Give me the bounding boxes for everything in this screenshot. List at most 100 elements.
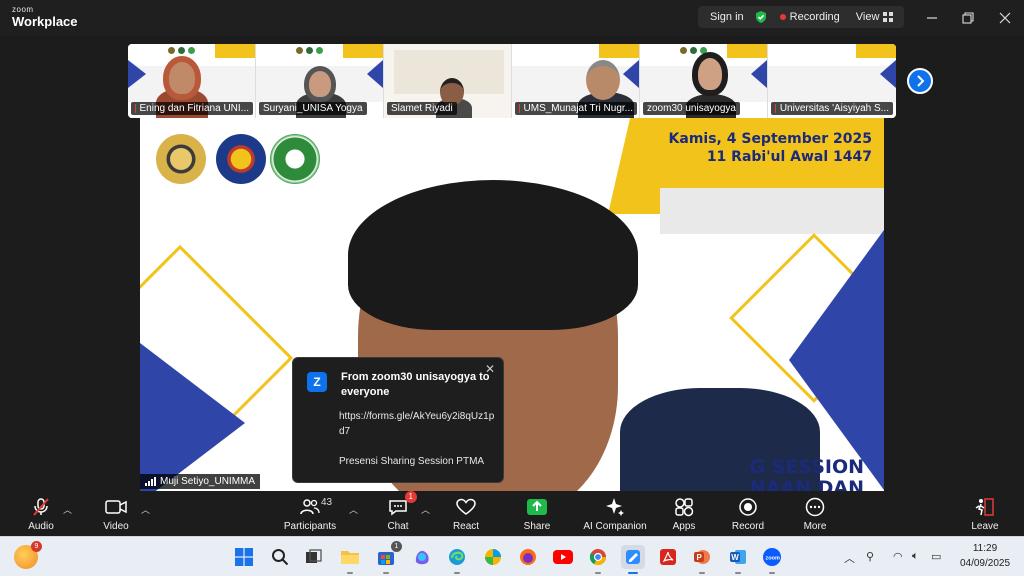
chat-unread-badge: 1 [404,491,417,503]
university-logo [156,134,206,184]
participants-label: Participants [283,521,337,532]
meeting-toolbar: Audio ︿ Video ︿ 43 Participants ︿ 1 Chat… [0,491,1024,536]
apps-label: Apps [672,521,696,532]
edge-browser-icon[interactable] [445,545,469,574]
leave-label: Leave [971,521,999,532]
participants-icon [300,499,320,515]
firefox-icon[interactable] [516,545,540,569]
record-label: Record [731,521,765,532]
chrome-icon[interactable] [586,545,610,574]
volume-icon[interactable]: 🔈︎ [912,550,919,563]
participants-button[interactable]: 43 Participants [275,496,345,532]
logo-top-text: zoom [12,5,34,14]
svg-text:P: P [697,553,703,562]
more-dots-icon [805,497,825,517]
file-explorer-icon[interactable] [338,545,362,574]
windows-start-icon[interactable] [232,545,256,569]
participant-tile[interactable]: zoom30 unisayogya [640,44,768,118]
leave-button[interactable]: Leave [950,496,1020,532]
participant-name-tag: Suryani_UNISA Yogya [259,102,367,115]
more-button[interactable]: More [780,496,850,532]
react-button[interactable]: React [431,496,501,532]
chat-message-text: Presensi Sharing Session PTMA [339,456,485,467]
powerpoint-icon[interactable]: P [690,545,714,574]
view-grid-icon [883,12,894,22]
zoom-app-icon[interactable]: zoom [760,545,784,574]
battery-icon[interactable]: ▭ [931,550,941,563]
encryption-shield-icon[interactable] [754,10,768,24]
word-icon[interactable]: W [726,545,750,574]
recording-status[interactable]: Recording [790,11,840,23]
task-view-icon[interactable] [302,545,326,569]
slide-yellow-bar [727,44,767,58]
record-icon [739,498,757,516]
share-button[interactable]: Share [502,496,572,532]
minimize-button[interactable] [922,8,942,28]
apps-icon [675,498,694,517]
copilot-icon[interactable] [410,545,434,569]
slide-yellow-bar [599,44,639,58]
speaker-name-tag: Muji Setiyo_UNIMMA [140,474,261,489]
slide-date-line: Kamis, 4 September 2025 [668,131,872,147]
chat-label: Chat [387,521,409,532]
search-icon[interactable] [268,545,292,569]
youtube-icon[interactable] [551,545,575,569]
participant-tile[interactable]: Universitas 'Aisyiyah S... [768,44,896,118]
adobe-acrobat-icon[interactable] [656,545,680,569]
microsoft-store-icon[interactable]: 1 [374,541,402,574]
participant-head [304,66,336,102]
restore-button[interactable] [958,8,978,28]
participants-count: 43 [321,497,333,508]
ai-companion-button[interactable]: AI Companion [580,496,650,532]
active-speaker-video[interactable]: Kamis, 4 September 2025 11 Rabi'ul Awal … [140,118,884,491]
muted-mic-icon [775,104,776,113]
zoom-notes-app-icon[interactable] [621,545,645,574]
leave-door-icon [975,498,994,516]
participant-name-tag: zoom30 unisayogya [643,102,740,115]
location-icon[interactable]: ⚲ [866,550,874,563]
sign-in-button[interactable]: Sign in [698,11,754,23]
svg-text:zoom: zoom [766,556,780,562]
view-button[interactable]: View [856,11,894,23]
slide-triangle [367,60,383,88]
muhammadiyah-logo [216,134,266,184]
close-notification-icon[interactable]: ✕ [485,362,495,376]
close-window-button[interactable] [995,8,1015,28]
gallery-next-button[interactable] [907,68,933,94]
record-button[interactable]: Record [713,496,783,532]
close-icon [999,12,1011,24]
chat-message-link[interactable]: https://forms.gle/AkYeu6y2i8qUz1pd7 [339,410,495,439]
multicolor-app-icon[interactable] [481,545,505,569]
participants-options-caret-icon[interactable]: ︿ [349,503,358,516]
chat-notification-popup[interactable]: Z From zoom30 unisayogya to everyone ✕ h… [292,357,504,483]
wifi-icon[interactable]: ◠ [893,550,903,563]
video-options-caret-icon[interactable]: ︿ [141,503,150,516]
chat-sender-line: From zoom30 unisayogya to everyone [341,371,490,398]
zoom-meeting-window: zoom Workplace Sign in Recording View En… [0,0,1024,576]
clock-date: 04/09/2025 [959,557,1011,569]
participant-name-tag: UMS_Munajat Tri Nugr... [515,102,637,115]
slide-yellow-bar [856,44,896,58]
system-clock[interactable]: 11:29 04/09/2025 [954,542,1016,571]
audio-options-caret-icon[interactable]: ︿ [63,503,72,516]
apps-button[interactable]: Apps [649,496,719,532]
participant-name-tag: Universitas 'Aisyiyah S... [771,102,893,115]
participant-name: Suryani_UNISA Yogya [263,103,363,114]
view-label: View [855,11,880,23]
participant-tile[interactable]: Ening dan Fitriana UNI... [128,44,256,118]
slide-triangle [880,60,896,88]
show-hidden-icons-chevron-icon[interactable]: ︿ [844,550,855,566]
participant-tile[interactable]: Suryani_UNISA Yogya [256,44,384,118]
slide-date: Kamis, 4 September 2025 11 Rabi'ul Awal … [669,130,872,166]
audio-label: Audio [28,521,54,532]
participant-tile[interactable]: UMS_Munajat Tri Nugr... [512,44,640,118]
svg-text:W: W [731,553,739,562]
participant-name-tag: Slamet Riyadi [387,102,457,115]
slide-yellow-bar [343,44,383,58]
participant-name: Universitas 'Aisyiyah S... [779,103,889,114]
participant-name-tag: Ening dan Fitriana UNI... [131,102,253,115]
weather-widget-icon[interactable]: 9 [14,541,42,569]
muted-mic-icon [135,104,136,113]
participant-tile[interactable]: Slamet Riyadi [384,44,512,118]
chat-options-caret-icon[interactable]: ︿ [421,503,430,516]
